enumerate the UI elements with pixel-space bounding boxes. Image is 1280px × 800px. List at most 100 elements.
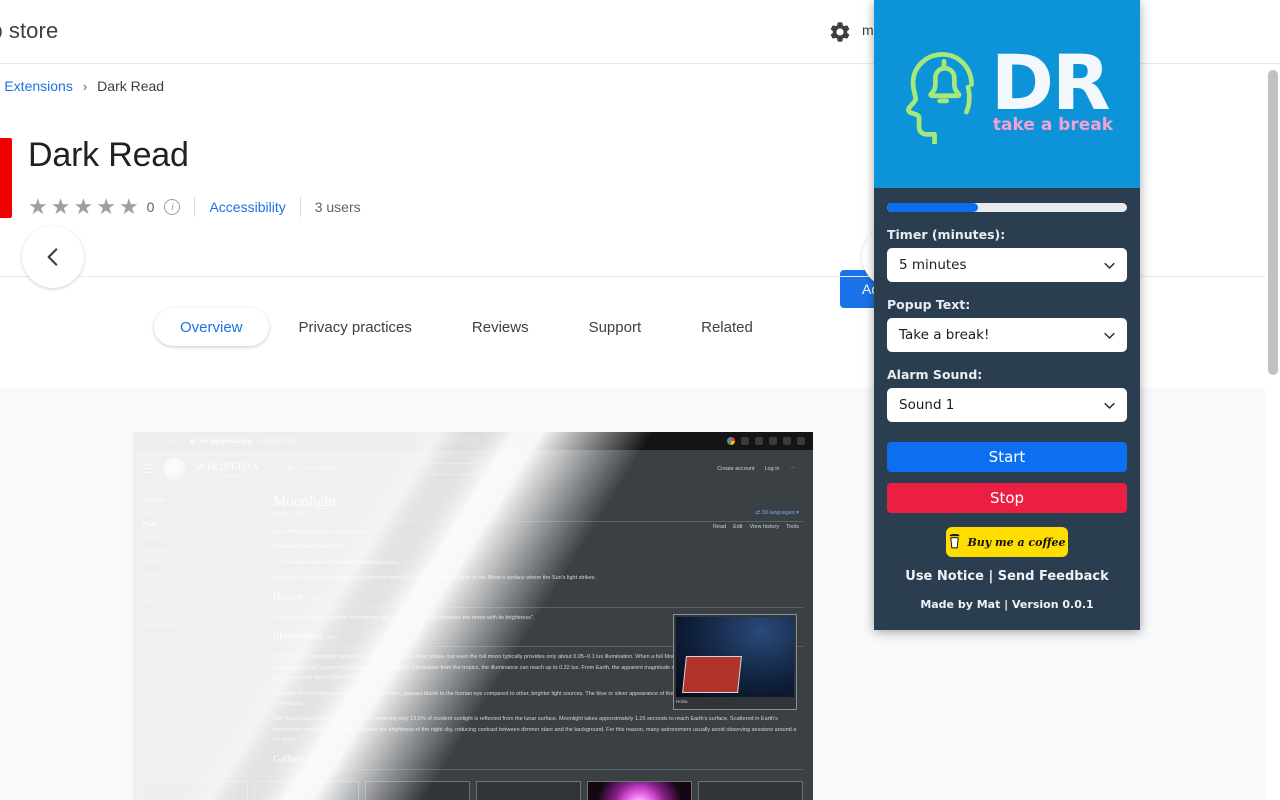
wiki-illumination-p1: The intensity of moonlight varies greatl…	[273, 654, 686, 682]
rating-stars[interactable]: ★ ★ ★ ★ ★	[28, 196, 139, 218]
create-account-link: Create account	[717, 466, 755, 472]
gallery-thumb	[476, 780, 581, 800]
wiki-edit-link: [ edit ]	[305, 757, 320, 764]
popup-text-select[interactable]: Take a break!	[887, 318, 1127, 352]
mock-address-bar: 🔒 en.wikipedia.org/wiki/Moonlight	[183, 435, 480, 447]
toc-heading-label: Contents	[143, 497, 166, 503]
wiki-languages-label: 39 languages	[761, 510, 795, 516]
profile-icon	[727, 437, 735, 445]
timer-field-label: Timer (minutes):	[887, 227, 1006, 242]
screenshot-preview[interactable]: ← → ↻ 🔒 en.wikipedia.org/wiki/Moonlight …	[133, 432, 813, 800]
send-feedback-link[interactable]: Send Feedback	[998, 569, 1109, 584]
wiki-article-title: Moonlight	[273, 494, 337, 510]
chevron-down-icon	[1102, 328, 1117, 343]
use-notice-link[interactable]: Use Notice	[905, 569, 984, 584]
page-scrollbar[interactable]	[1265, 64, 1280, 800]
wiki-heading-history: History [ edit ]	[273, 592, 803, 603]
stop-button[interactable]: Stop	[887, 483, 1127, 513]
extension-icon	[0, 138, 12, 218]
wiki-figure-image	[676, 617, 794, 697]
toc-item-see-also: See also	[143, 598, 165, 605]
wiki-page-actions: Read Edit View history Tools	[713, 524, 799, 530]
wiki-heading-gallery: Gallery [ edit ]	[273, 754, 803, 765]
reload-icon: ↻	[167, 436, 174, 446]
wiki-action-view-history: View history	[749, 524, 780, 530]
popup-brand-text: DR take a break	[991, 44, 1114, 136]
start-button[interactable]: Start	[887, 442, 1127, 472]
wiki-edit-link: [ edit ]	[305, 595, 320, 602]
wikipedia-wordmark: WIKIPEDIA The Free Encyclopedia	[196, 461, 259, 478]
wiki-heading-illumination-label: Illumination	[273, 631, 323, 643]
wiki-hatnote: For other uses, see Moonlight (disambigu…	[283, 559, 400, 566]
wiki-article: ⇄ 39 languages ▾ Read Edit View history …	[273, 494, 803, 775]
toc-item-art: Art	[143, 585, 151, 592]
star-icon: ★	[96, 194, 116, 219]
chevron-down-icon	[1102, 258, 1117, 273]
star-icon: ★	[28, 194, 48, 219]
breadcrumb-extensions-link[interactable]: Extensions	[4, 78, 72, 94]
toc-item-top: (Top)	[143, 522, 157, 529]
wiki-header: ☰ WIKIPEDIA The Free Encyclopedia 🔍 Sear…	[133, 450, 813, 480]
item-tabs: Overview Privacy practices Reviews Suppo…	[154, 308, 783, 346]
wiki-illumination-p2: The color of moonlight, particularly aro…	[273, 690, 686, 707]
store-logo[interactable]: web store	[0, 18, 58, 44]
head-bell-icon	[901, 44, 987, 148]
gallery-thumb	[143, 780, 248, 800]
tab-support[interactable]: Support	[559, 308, 672, 346]
gallery-thumb	[254, 780, 359, 800]
wiki-heading-gallery-label: Gallery	[273, 753, 303, 765]
popup-brand-tagline: take a break	[992, 115, 1114, 136]
star-icon: ★	[118, 194, 139, 219]
wiki-search-placeholder: Search Wikipedia	[298, 466, 341, 472]
wiki-figure: Holsa	[673, 614, 797, 710]
meta-divider	[194, 197, 196, 217]
page-scrollbar-thumb[interactable]	[1268, 70, 1278, 375]
info-icon[interactable]: i	[164, 199, 181, 215]
toc-item-illumination: Illumination	[143, 547, 171, 554]
back-icon: ←	[139, 436, 147, 446]
login-link: Log in	[764, 466, 780, 472]
wiki-article-tabs: Article Talk	[273, 511, 803, 517]
timer-select-value: 5 minutes	[899, 257, 967, 273]
wiki-search-input: 🔍 Search Wikipedia	[281, 463, 514, 475]
wiki-action-tools: Tools	[786, 524, 799, 530]
timer-progress-fill	[887, 203, 979, 212]
tab-overview[interactable]: Overview	[154, 308, 269, 346]
timer-select[interactable]: 5 minutes	[887, 248, 1127, 282]
wiki-illumination-p3: The Moon's bond albedo averages 0.136, m…	[273, 716, 797, 744]
mock-toolbar-icons	[727, 437, 807, 445]
alarm-sound-field-label: Alarm Sound:	[887, 367, 983, 382]
carousel-prev-button[interactable]	[22, 226, 84, 288]
meta-divider	[299, 197, 301, 217]
browser-viewport: web store m › Extensions › Dark Read Dar…	[0, 0, 1280, 800]
star-icon: ★	[50, 194, 71, 219]
wiki-tab-article: Article	[273, 511, 289, 517]
wiki-divider	[273, 521, 803, 522]
alarm-sound-select[interactable]: Sound 1	[887, 388, 1127, 422]
wiki-action-edit: Edit	[733, 524, 743, 530]
wiki-divider	[273, 768, 803, 770]
wikipedia-title: WIKIPEDIA	[195, 460, 260, 473]
tab-privacy-practices[interactable]: Privacy practices	[269, 308, 442, 346]
breadcrumb: › Extensions › Dark Read	[0, 78, 164, 94]
category-link[interactable]: Accessibility	[209, 199, 285, 215]
wiki-heading-history-label: History	[273, 591, 303, 603]
wiki-redirect-line: (Redirected from Moon light)	[273, 544, 343, 551]
coffee-cup-icon	[948, 534, 961, 550]
gear-icon[interactable]	[828, 20, 852, 44]
popup-text-select-value: Take a break!	[899, 327, 990, 343]
rating-count: 0	[146, 199, 155, 215]
toc-item-gallery: Gallery	[143, 560, 161, 567]
wiki-body: Contents [hide] (Top) History Illuminati…	[133, 480, 813, 775]
buy-me-a-coffee-label: Buy me a coffee	[967, 535, 1066, 549]
wiki-account-links: Create account Log in ⋯	[717, 466, 803, 472]
item-meta-row: ★ ★ ★ ★ ★ 0 i Accessibility 3 users	[28, 196, 361, 218]
tab-reviews[interactable]: Reviews	[442, 308, 559, 346]
popup-banner: DR take a break	[874, 0, 1140, 188]
tab-related[interactable]: Related	[671, 308, 783, 346]
store-logo-text: web store	[0, 18, 59, 43]
breadcrumb-separator: ›	[82, 78, 88, 94]
breadcrumb-current: Dark Read	[97, 78, 165, 94]
buy-me-a-coffee-button[interactable]: Buy me a coffee	[946, 527, 1068, 557]
toc-item-references: References	[143, 610, 172, 617]
